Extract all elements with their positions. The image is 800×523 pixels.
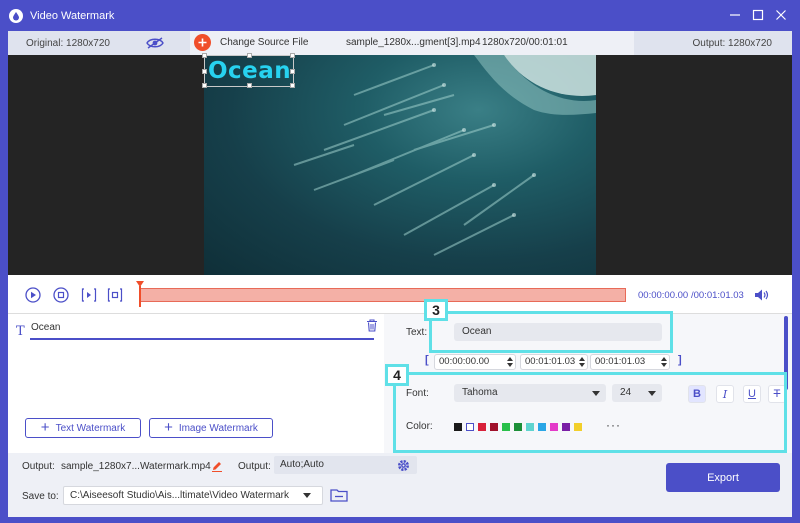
window-title: Video Watermark [30,9,115,22]
video-preview: Ocean [8,53,792,275]
output-format-field[interactable]: Auto;Auto [274,456,417,474]
export-button[interactable]: Export [666,463,780,492]
resize-handle[interactable] [290,83,295,88]
watermark-selection-box[interactable]: Ocean [202,53,295,88]
end-time-field[interactable]: 00:01:01.03 [520,354,588,370]
item-selected-underline [30,338,374,340]
duration-field[interactable]: 00:01:01.03 [590,354,670,370]
edit-pen-icon[interactable] [211,460,223,475]
add-image-watermark-button[interactable]: + Image Watermark [149,418,273,438]
gear-icon[interactable] [397,459,410,475]
original-resolution: Original: 1280x720 [26,37,110,49]
end-bracket-icon[interactable]: ] [678,354,682,366]
source-file-name: sample_1280x...gment[3].mp4 [346,37,481,48]
callout-text-frame [429,311,673,353]
timeline-bar: 00:00:00.00 /00:01:01.03 [8,275,792,313]
info-bar: Original: 1280x720 Change Source File sa… [8,31,792,55]
plus-icon: + [164,419,173,436]
save-path-select[interactable]: C:\Aiseesoft Studio\Ais...ltimate\Video … [63,486,323,505]
output-info: Output: 1280x720 [634,31,792,55]
resize-handle[interactable] [202,69,207,74]
duration-value: 00:01:01.03 [595,356,646,367]
output-file-name: sample_1280x7...Watermark.mp4 [61,461,211,472]
title-bar: Video Watermark [0,0,800,31]
callout-step-4: 4 [385,364,409,386]
chevron-down-icon[interactable] [303,493,311,498]
source-file-info: 1280x720/00:01:01 [482,37,568,48]
loop-segment-icon[interactable] [106,286,123,303]
main-frame: Original: 1280x720 Change Source File sa… [8,31,792,517]
play-icon[interactable] [24,286,41,303]
timeline-track[interactable] [139,288,626,302]
watermark-text-preview: Ocean [208,58,292,84]
resize-handle[interactable] [202,83,207,88]
bottom-bar: Output: sample_1280x7...Watermark.mp4 Ou… [8,453,792,517]
save-to-label: Save to: [22,491,59,502]
output-format-label: Output: [238,461,271,472]
video-frame [204,55,596,275]
stop-icon[interactable] [52,286,69,303]
plus-icon: + [40,419,50,436]
end-time-value: 00:01:01.03 [525,356,576,367]
add-source-icon[interactable] [194,34,211,51]
callout-step-3: 3 [424,299,448,321]
ocean-footage [293,55,596,256]
output-resolution: Output: 1280x720 [692,38,772,49]
resize-handle[interactable] [290,53,295,58]
start-time-value: 00:00:00.00 [439,356,490,367]
watermark-list-panel: T Ocean + Text Watermark + Image Waterma… [8,313,384,453]
current-time: 00:00:00.00 [638,290,689,301]
start-bracket-icon[interactable]: [ [425,354,429,366]
change-source-file-button[interactable]: Change Source File [220,37,308,48]
volume-icon[interactable] [754,288,770,305]
playhead-handle[interactable] [136,281,144,307]
add-image-watermark-label: Image Watermark [178,422,258,434]
folder-icon[interactable] [330,488,348,505]
text-label: Text: [406,327,428,338]
add-text-watermark-label: Text Watermark [55,422,126,434]
resize-handle[interactable] [247,83,252,88]
watermark-list-item[interactable]: T Ocean [12,318,384,340]
resize-handle[interactable] [290,69,295,74]
resize-handle[interactable] [247,53,252,58]
minimize-icon[interactable] [728,8,742,22]
original-info: Original: 1280x720 [8,31,190,55]
total-time: /00:01:01.03 [691,290,744,301]
eye-icon[interactable] [146,36,164,53]
next-frame-icon[interactable] [80,286,97,303]
end-time-stepper-icon [579,357,585,367]
maximize-icon[interactable] [751,8,765,22]
resize-handle[interactable] [202,53,207,58]
add-text-watermark-button[interactable]: + Text Watermark [25,418,141,438]
callout-font-frame [393,372,787,453]
text-type-icon: T [16,324,25,339]
start-time-stepper-icon [507,357,513,367]
output-file-label: Output: [22,461,55,472]
duration-stepper-icon [661,357,667,367]
app-logo-icon [9,8,23,23]
trash-icon[interactable] [366,319,378,335]
watermark-item-label: Ocean [31,322,61,333]
close-icon[interactable] [774,8,788,22]
start-time-field[interactable]: 00:00:00.00 [434,354,516,370]
